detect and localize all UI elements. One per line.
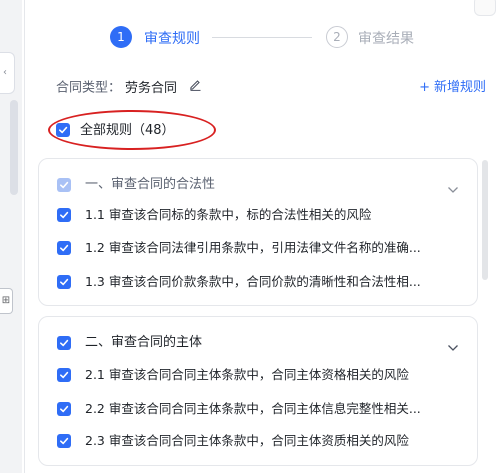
rule-item[interactable]: 1.2 审查该合同法律引用条款中，引用法律文件名称的准确... (57, 238, 461, 258)
review-stepper: 1 审查规则 2 审查结果 (108, 26, 428, 50)
left-scrollbar[interactable] (10, 100, 18, 195)
contract-type-value: 劳务合同 (125, 80, 178, 96)
check-icon (60, 437, 69, 445)
check-icon (60, 211, 69, 219)
step-2-indicator[interactable]: 2 (326, 26, 348, 48)
highlight-annotation-ellipse (48, 110, 216, 150)
rule-text: 2.2 审查该合同合同主体条款中，合同主体信息完整性相关... (85, 401, 421, 416)
check-icon (60, 181, 69, 189)
step-2-label[interactable]: 审查结果 (358, 28, 414, 48)
contract-type-row: 合同类型： 劳务合同 (56, 78, 202, 98)
rule-text: 1.3 审查该合同价款条款中，合同价款的清晰性和合法性相... (85, 274, 421, 289)
check-icon (60, 405, 69, 413)
group-checkbox[interactable] (57, 178, 71, 192)
step-1-indicator[interactable]: 1 (110, 26, 132, 48)
step-connector (212, 37, 312, 38)
check-icon (60, 371, 69, 379)
contract-type-label: 合同类型： (56, 80, 122, 96)
rule-group-title: 一、审查合同的合法性 (85, 177, 216, 192)
rule-group-card: 一、审查合同的合法性 1.1 审查该合同标的条款中，标的合法性相关的风险 1.2… (38, 158, 478, 306)
rule-checkbox[interactable] (57, 208, 71, 222)
rule-text: 2.3 审查该合同合同主体条款中，合同主体资质相关的风险 (85, 433, 409, 448)
group-checkbox[interactable] (57, 336, 71, 350)
rule-checkbox[interactable] (57, 275, 71, 289)
rule-checkbox[interactable] (57, 402, 71, 416)
step-1-label[interactable]: 审查规则 (144, 28, 200, 48)
rule-item[interactable]: 1.1 审查该合同标的条款中，标的合法性相关的风险 (57, 205, 461, 225)
rule-text: 1.1 审查该合同标的条款中，标的合法性相关的风险 (85, 207, 372, 222)
rule-group-card: 二、审查合同的主体 2.1 审查该合同合同主体条款中，合同主体资格相关的风险 2… (38, 316, 478, 466)
comment-icon[interactable]: ⊞ (0, 288, 13, 314)
add-rule-button[interactable]: + 新增规则 (419, 78, 486, 98)
panel-divider (24, 0, 25, 473)
check-icon (60, 244, 69, 252)
rule-item[interactable]: 2.3 审查该合同合同主体条款中，合同主体资质相关的风险 (57, 431, 461, 451)
left-panel-collapse-handle[interactable]: ‹ (0, 52, 15, 94)
check-icon (60, 278, 69, 286)
rule-checkbox[interactable] (57, 434, 71, 448)
rule-checkbox[interactable] (57, 368, 71, 382)
plus-icon: + (419, 80, 430, 95)
rule-text: 2.1 审查该合同合同主体条款中，合同主体资格相关的风险 (85, 367, 409, 382)
rule-checkbox[interactable] (57, 241, 71, 255)
chevron-left-icon: ‹ (3, 67, 7, 78)
top-corner-button[interactable] (474, 0, 496, 16)
rule-group-title: 二、审查合同的主体 (85, 335, 203, 350)
rule-item[interactable]: 1.3 审查该合同价款条款中，合同价款的清晰性和合法性相... (57, 272, 461, 292)
rules-scrollbar[interactable] (482, 160, 488, 280)
edit-icon[interactable] (189, 78, 202, 98)
add-rule-label: 新增规则 (433, 80, 486, 95)
check-icon (60, 339, 69, 347)
chevron-down-icon[interactable] (447, 179, 459, 198)
rule-item[interactable]: 2.2 审查该合同合同主体条款中，合同主体信息完整性相关... (57, 399, 461, 419)
rule-item[interactable]: 2.1 审查该合同合同主体条款中，合同主体资格相关的风险 (57, 365, 461, 385)
rule-text: 1.2 审查该合同法律引用条款中，引用法律文件名称的准确... (85, 240, 421, 255)
chevron-down-icon[interactable] (447, 337, 459, 356)
